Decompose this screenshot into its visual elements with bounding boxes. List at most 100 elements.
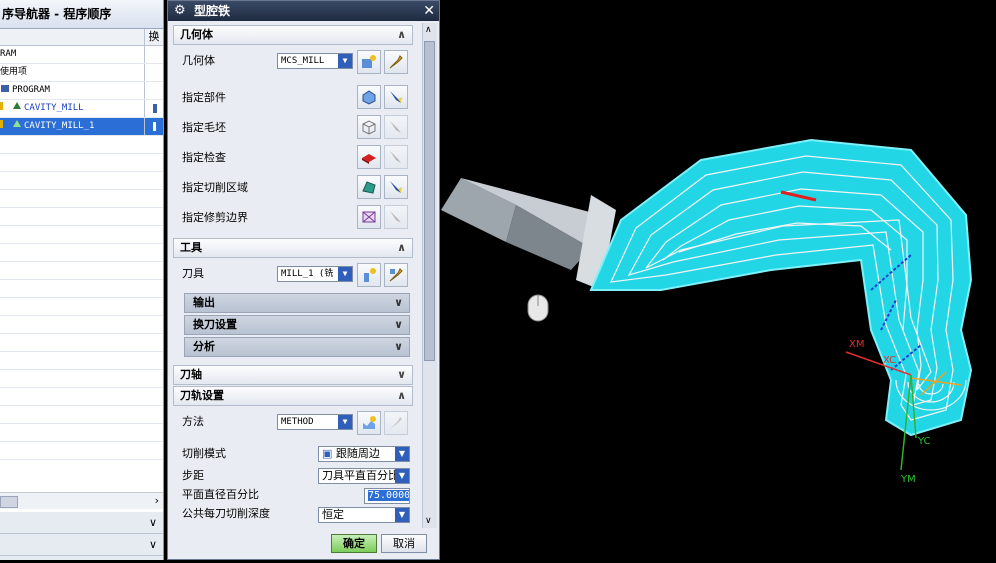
chevron-down-icon[interactable]: ∨ bbox=[149, 516, 157, 529]
navigator-col-header[interactable]: 换 bbox=[144, 29, 163, 45]
percent-input[interactable]: 75.0000 bbox=[364, 488, 410, 504]
select-trim-boundary-button[interactable] bbox=[357, 205, 381, 229]
select-blank-button[interactable] bbox=[357, 115, 381, 139]
percent-label: 平面直径百分比 bbox=[182, 488, 259, 501]
dialog-title: 型腔铁 bbox=[194, 4, 231, 18]
geometry-select[interactable]: MCS_MILL ▼ bbox=[277, 53, 353, 69]
select-cut-area-button[interactable] bbox=[357, 175, 381, 199]
stepover-label: 步距 bbox=[182, 469, 204, 482]
wrench-icon bbox=[389, 268, 403, 282]
details-collapsed-bar[interactable]: ∨ bbox=[0, 512, 163, 534]
mouse-cursor-icon bbox=[527, 294, 549, 322]
flashlight-icon bbox=[390, 91, 402, 103]
cancel-button[interactable]: 取消 bbox=[381, 534, 427, 553]
table-row[interactable]: 使用项 bbox=[0, 64, 163, 82]
chevron-right-icon[interactable]: › bbox=[155, 494, 159, 507]
geometry-section-header[interactable]: 几何体 ∧ bbox=[173, 25, 413, 45]
path-settings-section-header[interactable]: 刀轨设置 ∧ bbox=[173, 386, 413, 406]
ok-button[interactable]: 确定 bbox=[331, 534, 377, 553]
new-tool-button[interactable] bbox=[357, 263, 381, 287]
tool-holder bbox=[441, 178, 616, 290]
gear-icon[interactable]: ⚙ bbox=[174, 1, 186, 21]
navigator-horizontal-scrollbar[interactable]: › bbox=[0, 492, 163, 509]
chevron-down-icon[interactable]: ∨ bbox=[397, 366, 406, 384]
chevron-down-icon[interactable]: ∨ bbox=[394, 338, 403, 356]
dialog-vertical-scrollbar[interactable]: ∧ ∨ bbox=[422, 23, 437, 528]
axis-label-xc: XC bbox=[883, 355, 897, 366]
table-row[interactable]: CAVITY_MILL bbox=[0, 100, 163, 118]
part-icon bbox=[362, 90, 376, 105]
new-tool-icon bbox=[364, 268, 376, 282]
dialog-title-bar[interactable]: ⚙ 型腔铁 ✕ bbox=[168, 1, 439, 21]
chevron-down-icon: ▼ bbox=[395, 469, 409, 483]
chevron-up-icon[interactable]: ∧ bbox=[397, 239, 406, 257]
select-part-button[interactable] bbox=[357, 85, 381, 109]
status-flag-icon bbox=[0, 101, 10, 111]
geometry-label: 几何体 bbox=[182, 54, 215, 67]
chevron-down-icon[interactable]: ∨ bbox=[425, 516, 432, 526]
edit-geometry-button[interactable] bbox=[384, 50, 408, 74]
cavity-mill-dialog: ⚙ 型腔铁 ✕ 几何体 ∧ 几何体 MCS_MILL ▼ 指定部件 指定毛坯 指定检… bbox=[167, 0, 440, 560]
table-row[interactable]: PROGRAM bbox=[0, 82, 163, 100]
blank-label: 指定毛坯 bbox=[182, 121, 226, 134]
axis-label-ym: YM bbox=[901, 474, 916, 485]
table-row[interactable]: CAVITY_MILL_1 bbox=[0, 118, 163, 136]
new-geometry-icon bbox=[362, 55, 376, 68]
close-icon[interactable]: ✕ bbox=[423, 1, 435, 21]
display-trim-boundary-button[interactable] bbox=[384, 205, 408, 229]
operation-navigator: 序导航器 - 程序顺序 换 RAM 使用项 PROGRAM CAVITY_MIL… bbox=[0, 0, 164, 560]
cut-area-label: 指定切削区域 bbox=[182, 181, 248, 194]
depth-label: 公共每刀切削深度 bbox=[182, 507, 270, 520]
cavity-mill-icon bbox=[12, 101, 22, 111]
scrollbar-thumb[interactable] bbox=[424, 41, 435, 361]
chevron-up-icon[interactable]: ∧ bbox=[397, 387, 406, 405]
tool-section-header[interactable]: 工具 ∧ bbox=[173, 238, 413, 258]
select-check-button[interactable] bbox=[357, 145, 381, 169]
cavity-mill-icon bbox=[12, 119, 22, 129]
follow-periphery-icon: ▣ bbox=[322, 447, 333, 460]
edit-method-button[interactable] bbox=[384, 411, 408, 435]
cut-pattern-select[interactable]: ▣ 跟随周边 ▼ bbox=[318, 446, 410, 462]
tool-select[interactable]: MILL_1 (铣 ▼ bbox=[277, 266, 353, 282]
method-select[interactable]: METHOD ▼ bbox=[277, 414, 353, 430]
navigator-title: 序导航器 - 程序顺序 bbox=[0, 0, 163, 29]
chevron-down-icon: ▼ bbox=[338, 267, 352, 281]
check-label: 指定检查 bbox=[182, 151, 226, 164]
graphics-viewport[interactable]: XM XC YC YM bbox=[441, 0, 996, 560]
display-check-button[interactable] bbox=[384, 145, 408, 169]
part-label: 指定部件 bbox=[182, 91, 226, 104]
trim-boundary-label: 指定修剪边界 bbox=[182, 211, 248, 224]
stepover-select[interactable]: 刀具平直百分比 ▼ bbox=[318, 468, 410, 484]
chevron-down-icon: ▼ bbox=[395, 447, 409, 461]
program-folder-icon bbox=[0, 83, 10, 93]
dependencies-collapsed-bar[interactable]: ∨ bbox=[0, 534, 163, 556]
chevron-up-icon[interactable]: ∧ bbox=[397, 26, 406, 44]
chevron-down-icon: ▼ bbox=[338, 415, 352, 429]
method-label: 方法 bbox=[182, 415, 204, 428]
chevron-down-icon[interactable]: ∨ bbox=[394, 316, 403, 334]
wrench-icon bbox=[390, 417, 402, 429]
new-geometry-button[interactable] bbox=[357, 50, 381, 74]
chevron-down-icon[interactable]: ∨ bbox=[149, 538, 157, 551]
depth-select[interactable]: 恒定 ▼ bbox=[318, 507, 410, 523]
cut-area-icon bbox=[362, 181, 376, 194]
display-blank-button[interactable] bbox=[384, 115, 408, 139]
output-subsection[interactable]: 输出 ∨ bbox=[184, 293, 410, 313]
blank-cube-icon bbox=[362, 120, 376, 135]
chevron-down-icon[interactable]: ∨ bbox=[394, 294, 403, 312]
analysis-subsection[interactable]: 分析 ∨ bbox=[184, 337, 410, 357]
axis-label-yc: YC bbox=[918, 436, 931, 447]
flashlight-icon bbox=[390, 121, 401, 133]
display-cut-area-button[interactable] bbox=[384, 175, 408, 199]
display-part-button[interactable] bbox=[384, 85, 408, 109]
wrench-icon bbox=[389, 55, 403, 69]
navigator-details-panel: ∨ ∨ bbox=[0, 512, 163, 560]
tool-axis-section-header[interactable]: 刀轴 ∨ bbox=[173, 365, 413, 385]
new-method-button[interactable] bbox=[357, 411, 381, 435]
scrollbar-thumb[interactable] bbox=[0, 496, 18, 508]
chevron-up-icon[interactable]: ∧ bbox=[425, 25, 432, 35]
tool-change-subsection[interactable]: 换刀设置 ∨ bbox=[184, 315, 410, 335]
table-row[interactable]: RAM bbox=[0, 46, 163, 64]
edit-tool-button[interactable] bbox=[384, 263, 408, 287]
chevron-down-icon: ▼ bbox=[395, 508, 409, 522]
